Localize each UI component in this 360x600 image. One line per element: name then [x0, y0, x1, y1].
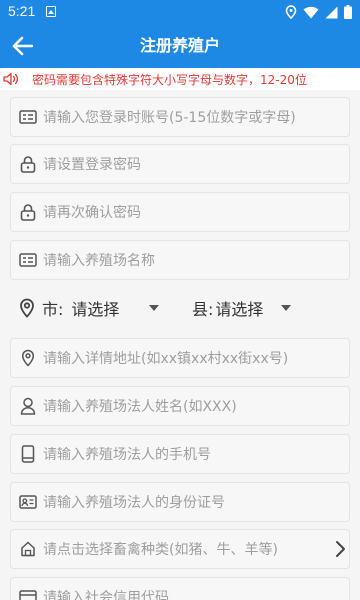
city-dropdown[interactable]: 市: 请选择	[42, 296, 182, 320]
location-icon	[285, 5, 297, 19]
id-card-icon	[13, 110, 43, 124]
password-notice: 密码需要包含特殊字符大小写字母与数字，12-20位	[0, 68, 360, 90]
back-arrow-icon	[12, 36, 33, 56]
address-placeholder: 请输入详情地址(如xx镇xx村xx街xx号)	[43, 351, 289, 367]
status-time: 5:21	[8, 3, 36, 19]
speaker-icon	[0, 68, 22, 90]
location-pin-icon	[12, 298, 42, 318]
legal-id-placeholder: 请输入养殖场法人的身份证号	[43, 495, 225, 511]
id-card-icon	[13, 495, 43, 509]
confirm-password-placeholder: 请再次确认密码	[43, 205, 141, 221]
county-dropdown[interactable]: 县: 请选择	[192, 296, 292, 320]
app-bar: 注册养殖户	[0, 24, 360, 68]
farm-name-field[interactable]: 请输入养殖场名称	[10, 240, 350, 280]
legal-phone-field[interactable]: 请输入养殖场法人的手机号	[10, 434, 350, 474]
back-button[interactable]	[6, 30, 38, 62]
account-placeholder: 请输入您登录时账号(5-15位数字或字母)	[43, 110, 296, 126]
notification-icon	[46, 6, 56, 17]
wifi-icon	[303, 6, 319, 18]
location-pin-icon	[13, 349, 43, 367]
city-label: 市:	[42, 300, 64, 319]
status-bar: 5:21	[0, 0, 360, 24]
battery-icon	[344, 5, 352, 19]
legal-phone-placeholder: 请输入养殖场法人的手机号	[43, 447, 211, 463]
credit-code-placeholder: 请输入社会信用代码	[43, 590, 169, 600]
credit-code-field[interactable]: 请输入社会信用代码	[10, 577, 350, 600]
home-icon	[13, 541, 43, 557]
person-icon	[13, 397, 43, 415]
dropdown-arrow-icon	[149, 305, 160, 311]
lock-icon	[13, 203, 43, 221]
county-label: 县:	[192, 300, 214, 319]
address-field[interactable]: 请输入详情地址(如xx镇xx村xx街xx号)	[10, 338, 350, 378]
legal-id-field[interactable]: 请输入养殖场法人的身份证号	[10, 482, 350, 522]
legal-name-placeholder: 请输入养殖场法人姓名(如XXX)	[43, 399, 237, 415]
city-value: 请选择	[71, 300, 120, 319]
confirm-password-field[interactable]: 请再次确认密码	[10, 192, 350, 232]
status-icons	[285, 4, 352, 20]
legal-name-field[interactable]: 请输入养殖场法人姓名(如XXX)	[10, 386, 350, 426]
id-card-icon	[13, 253, 43, 267]
county-value: 请选择	[215, 300, 264, 319]
id-card-icon	[13, 590, 43, 600]
account-field[interactable]: 请输入您登录时账号(5-15位数字或字母)	[10, 97, 350, 137]
page-title: 注册养殖户	[139, 36, 220, 55]
chevron-right-icon	[333, 539, 347, 563]
region-selector: 市: 请选择 县: 请选择	[10, 288, 350, 328]
signal-icon	[325, 6, 338, 18]
phone-icon	[13, 445, 43, 463]
notice-text: 密码需要包含特殊字符大小写字母与数字，12-20位	[32, 72, 307, 87]
livestock-type-placeholder: 请点击选择畜禽种类(如猪、牛、羊等)	[43, 542, 278, 558]
dropdown-arrow-icon	[281, 305, 292, 311]
lock-icon	[13, 155, 43, 173]
password-placeholder: 请设置登录密码	[43, 157, 141, 173]
password-field[interactable]: 请设置登录密码	[10, 144, 350, 184]
farm-name-placeholder: 请输入养殖场名称	[43, 253, 155, 269]
livestock-type-field[interactable]: 请点击选择畜禽种类(如猪、牛、羊等)	[10, 529, 350, 569]
